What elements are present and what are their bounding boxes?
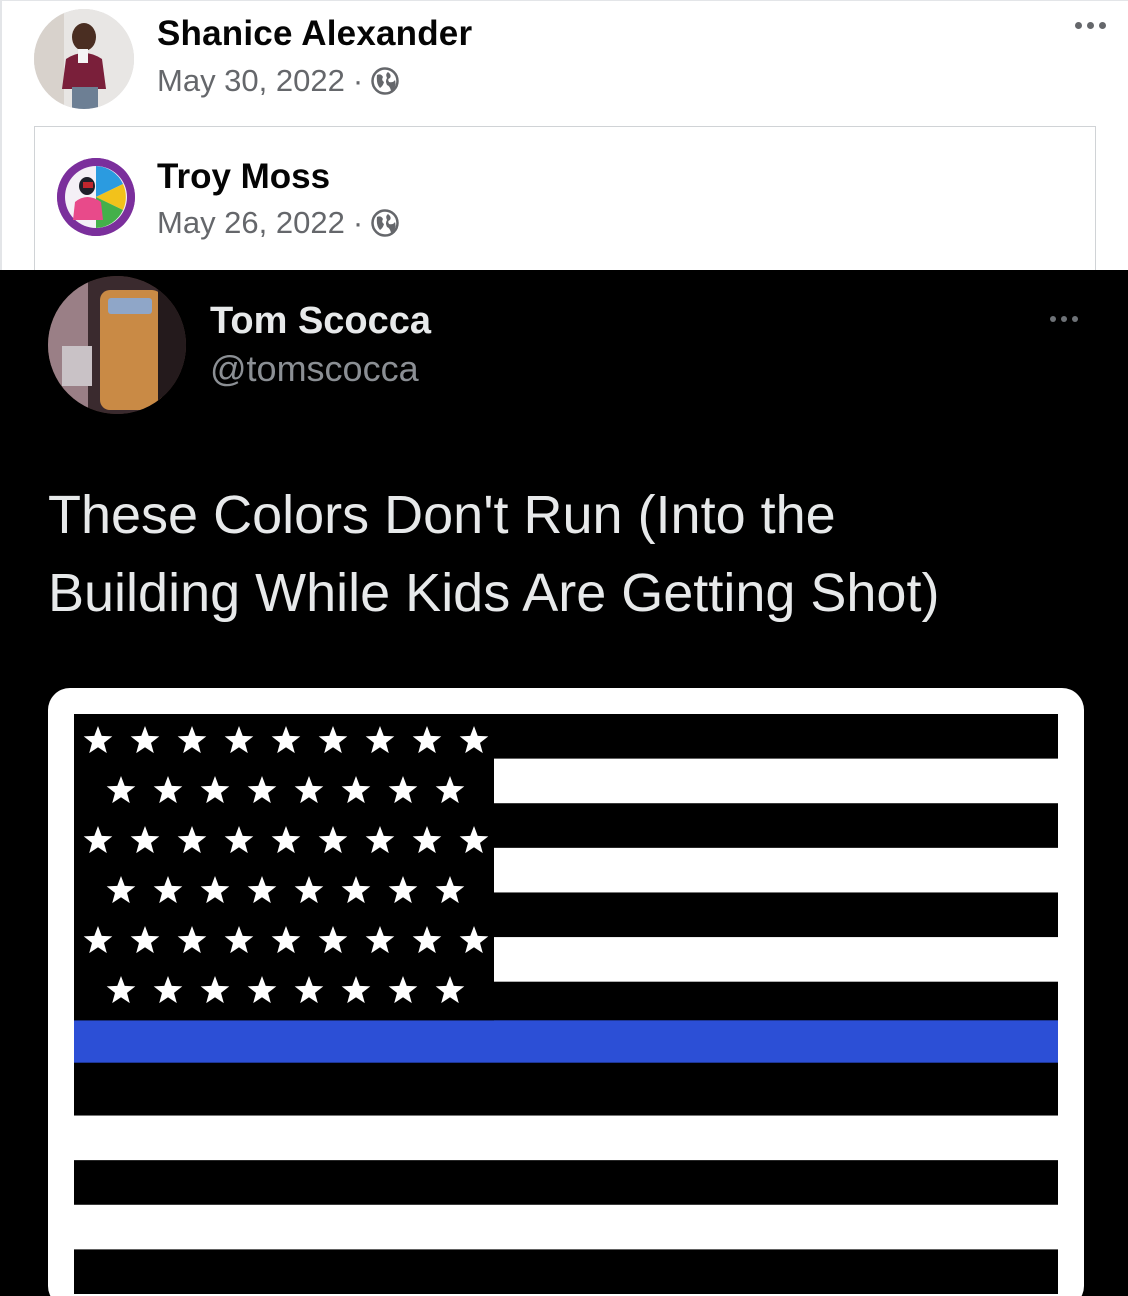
flag-stripe [74, 1115, 1058, 1161]
tweet-author-name: Tom Scocca [210, 300, 432, 342]
shared-post-date[interactable]: May 26, 2022 [157, 205, 345, 241]
thin-blue-line-flag [74, 714, 1058, 1294]
meta-separator: · [352, 205, 364, 240]
post-date[interactable]: May 30, 2022 [157, 63, 345, 99]
shared-post-meta: May 26, 2022 · [157, 205, 399, 241]
globe-icon [371, 209, 399, 237]
flag-stripe [74, 1070, 1058, 1117]
flag-image-card [48, 688, 1084, 1296]
globe-icon [371, 67, 399, 95]
tweet-handle: @tomscocca [210, 348, 419, 389]
shared-post: Troy Moss May 26, 2022 · [34, 126, 1096, 272]
tweet-more-icon [1050, 316, 1078, 322]
flag-stripe [74, 1249, 1058, 1294]
avatar [48, 276, 186, 414]
post-author-name[interactable]: Shanice Alexander [157, 14, 472, 54]
avatar-photo [34, 9, 134, 109]
avatar-photo [48, 276, 186, 414]
avatar-photo [57, 158, 135, 236]
more-options-icon[interactable] [1075, 22, 1106, 29]
post-meta: May 30, 2022 · [157, 63, 399, 99]
tweet-screenshot-image[interactable]: Tom Scocca @tomscocca These Colors Don't… [0, 270, 1128, 1296]
flag-stripe [74, 1204, 1058, 1250]
tweet-text: These Colors Don't Run (Into the Buildin… [48, 476, 1088, 632]
flag-blue-line [74, 1020, 1058, 1063]
avatar[interactable] [34, 9, 134, 109]
shared-author-name[interactable]: Troy Moss [157, 157, 330, 197]
flag-canton [74, 714, 494, 1021]
outer-post-header: Shanice Alexander May 30, 2022 · [0, 0, 1128, 120]
tweet-text-line: Building While Kids Are Getting Shot) [48, 563, 940, 623]
avatar[interactable] [57, 158, 135, 236]
meta-separator: · [352, 63, 364, 98]
flag-stripe [74, 1160, 1058, 1206]
tweet-text-line: These Colors Don't Run (Into the [48, 485, 836, 545]
